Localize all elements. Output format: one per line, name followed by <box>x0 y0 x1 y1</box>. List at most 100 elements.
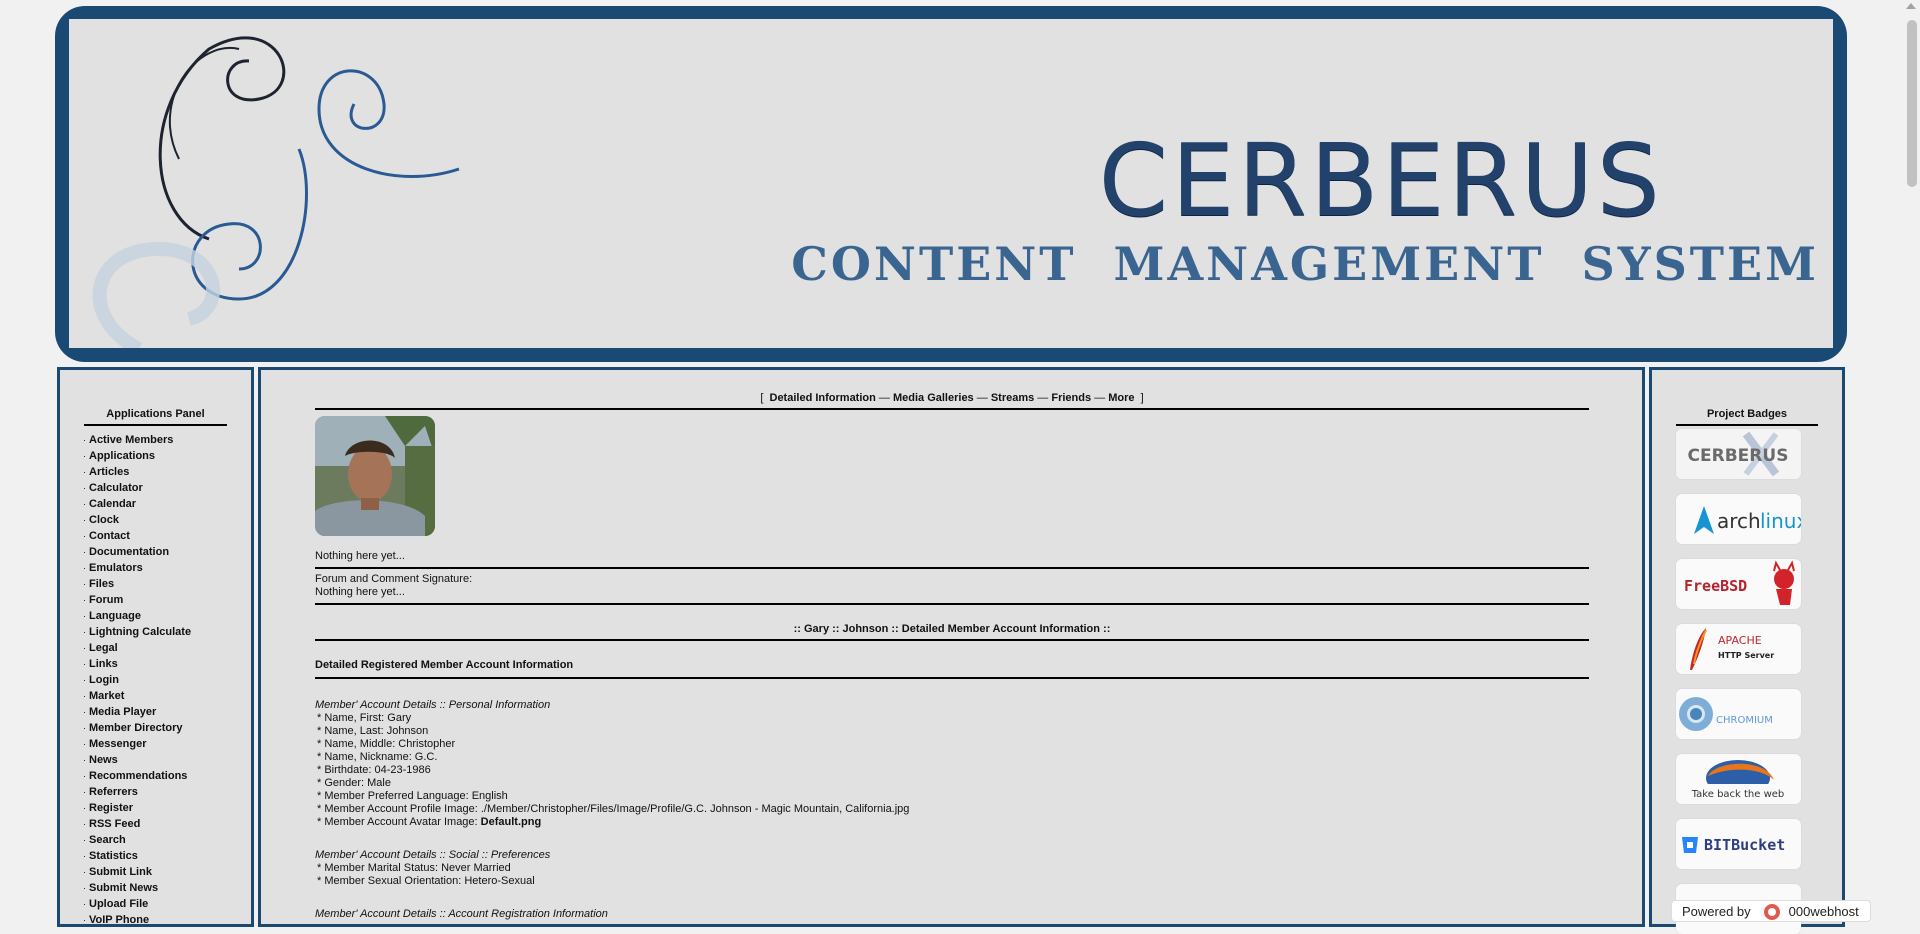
sidebar-link[interactable]: Calculator <box>89 482 143 494</box>
page-scrollbar[interactable] <box>1903 0 1920 918</box>
main-panel: [ Detailed Information — Media Galleries… <box>258 367 1645 927</box>
bullet-icon: · <box>83 723 86 733</box>
scroll-up-icon[interactable] <box>1906 3 1916 9</box>
divider <box>315 603 1589 605</box>
profile-tab[interactable]: Streams <box>991 392 1034 404</box>
sidebar-item: · Upload File <box>83 896 251 912</box>
sidebar-link[interactable]: Applications <box>89 450 155 462</box>
badge-chromium[interactable]: CHROMIUM <box>1676 689 1801 739</box>
bullet-icon: · <box>83 435 86 445</box>
sidebar-link[interactable]: Media Player <box>89 706 156 718</box>
bullet-icon: · <box>83 707 86 717</box>
swirl-logo-icon <box>92 36 460 348</box>
badge-archlinux[interactable]: arch linux <box>1676 494 1801 544</box>
badge-apache[interactable]: APACHE HTTP Server <box>1676 624 1801 674</box>
sidebar-item: · Submit News <box>83 880 251 896</box>
bullet-icon: · <box>83 867 86 877</box>
sidebar-item: · Login <box>83 672 251 688</box>
list-item: * Member Account Profile Image: ./Member… <box>317 803 910 815</box>
profile-tab[interactable]: More <box>1108 392 1134 404</box>
sidebar-link[interactable]: Submit News <box>89 882 158 894</box>
sidebar-link[interactable]: RSS Feed <box>89 818 140 830</box>
tabs-open-bracket: [ <box>760 392 764 404</box>
logo-title: CERBERUS <box>1098 122 1663 239</box>
sidebar-link[interactable]: News <box>89 754 118 766</box>
social-info-title: Member' Account Details :: Social :: Pre… <box>315 849 551 861</box>
sidebar-link[interactable]: Articles <box>89 466 129 478</box>
sidebar-item: · Links <box>83 656 251 672</box>
logo-subtitle: CONTENT MANAGEMENT SYSTEM <box>791 237 1819 291</box>
sidebar-link[interactable]: Documentation <box>89 546 169 558</box>
list-item: * Birthdate: 04-23-1986 <box>317 764 431 776</box>
cerberus-badge-icon: CERBERUS <box>1676 429 1801 479</box>
sidebar-link[interactable]: Login <box>89 674 119 686</box>
bullet-icon: · <box>83 451 86 461</box>
freebsd-badge-icon: FreeBSD <box>1684 560 1795 605</box>
signature-label: Forum and Comment Signature: <box>315 573 473 585</box>
sidebar-link[interactable]: VoIP Phone <box>89 914 149 926</box>
sidebar-item: · Clock <box>83 512 251 528</box>
sidebar-link[interactable]: Messenger <box>89 738 146 750</box>
sidebar-link[interactable]: Calendar <box>89 498 136 510</box>
sidebar-link[interactable]: Active Members <box>89 434 173 446</box>
sidebar-link[interactable]: Forum <box>89 594 123 606</box>
profile-tab[interactable]: Friends <box>1051 392 1091 404</box>
badge-firefox[interactable]: Take back the web <box>1676 754 1801 804</box>
list-item: * Member Account Avatar Image: Default.p… <box>317 816 1589 829</box>
sidebar-link[interactable]: Language <box>89 610 141 622</box>
avatar-image-value: Default.png <box>480 816 542 828</box>
sidebar-item: · Member Directory <box>83 720 251 736</box>
bullet-icon: · <box>83 771 86 781</box>
list-item: * Name, First: Gary <box>317 712 412 724</box>
badge-bitbucket[interactable]: BITBucket <box>1676 819 1801 869</box>
bullet-icon: · <box>83 643 86 653</box>
badge-text: Take back the web <box>1691 789 1785 800</box>
list-item: * Member Preferred Language: English <box>317 790 508 802</box>
tabs-close-bracket: ] <box>1140 392 1144 404</box>
sidebar-link[interactable]: Files <box>89 578 114 590</box>
sidebar-link[interactable]: Search <box>89 834 126 846</box>
badge-freebsd[interactable]: FreeBSD <box>1676 559 1801 609</box>
sidebar-item: · Emulators <box>83 560 251 576</box>
sidebar-link[interactable]: Submit Link <box>89 866 152 878</box>
sidebar-link[interactable]: Legal <box>89 642 118 654</box>
bullet-icon: · <box>83 659 86 669</box>
tab-separator: — <box>976 392 988 404</box>
archlinux-badge-icon: arch linux <box>1694 506 1801 534</box>
sidebar-item: · Applications <box>83 448 251 464</box>
personal-info-title: Member' Account Details :: Personal Info… <box>315 699 551 711</box>
bullet-icon: · <box>83 691 86 701</box>
bullet-icon: · <box>83 851 86 861</box>
tab-separator: — <box>1094 392 1106 404</box>
personal-info-list: * Name, First: Gary * Name, Last: Johnso… <box>315 712 1589 816</box>
bullet-icon: · <box>83 627 86 637</box>
sidebar-link[interactable]: Contact <box>89 530 130 542</box>
profile-tab[interactable]: Media Galleries <box>893 392 974 404</box>
sidebar-link[interactable]: Recommendations <box>89 770 187 782</box>
sidebar-link[interactable]: Upload File <box>89 898 148 910</box>
sidebar-link[interactable]: Market <box>89 690 124 702</box>
sidebar-link[interactable]: Register <box>89 802 133 814</box>
sidebar-item: · Messenger <box>83 736 251 752</box>
sidebar-item: · Calculator <box>83 480 251 496</box>
badge-cerberus[interactable]: CERBERUS <box>1676 429 1801 479</box>
powered-by-label: Powered by <box>1682 903 1751 919</box>
bullet-icon: · <box>83 547 86 557</box>
sidebar-link[interactable]: Member Directory <box>89 722 183 734</box>
sidebar-link[interactable]: Lightning Calculate <box>89 626 191 638</box>
powered-by-badge[interactable]: Powered by 000webhost <box>1671 900 1871 922</box>
registration-info-title: Member' Account Details :: Account Regis… <box>315 908 608 920</box>
bullet-icon: · <box>83 611 86 621</box>
sidebar-link[interactable]: Statistics <box>89 850 138 862</box>
sidebar-link[interactable]: Clock <box>89 514 119 526</box>
main-content: [ Detailed Information — Media Galleries… <box>315 392 1589 921</box>
profile-tab[interactable]: Detailed Information <box>770 392 876 404</box>
bitbucket-badge-icon: BITBucket <box>1682 836 1785 854</box>
sidebar-link[interactable]: Links <box>89 658 118 670</box>
scrollbar-thumb[interactable] <box>1907 20 1917 187</box>
bullet-icon: · <box>83 595 86 605</box>
sidebar-link[interactable]: Referrers <box>89 786 138 798</box>
bullet-icon: · <box>83 563 86 573</box>
sidebar-link[interactable]: Emulators <box>89 562 143 574</box>
sidebar-item: · VoIP Phone <box>83 912 251 928</box>
